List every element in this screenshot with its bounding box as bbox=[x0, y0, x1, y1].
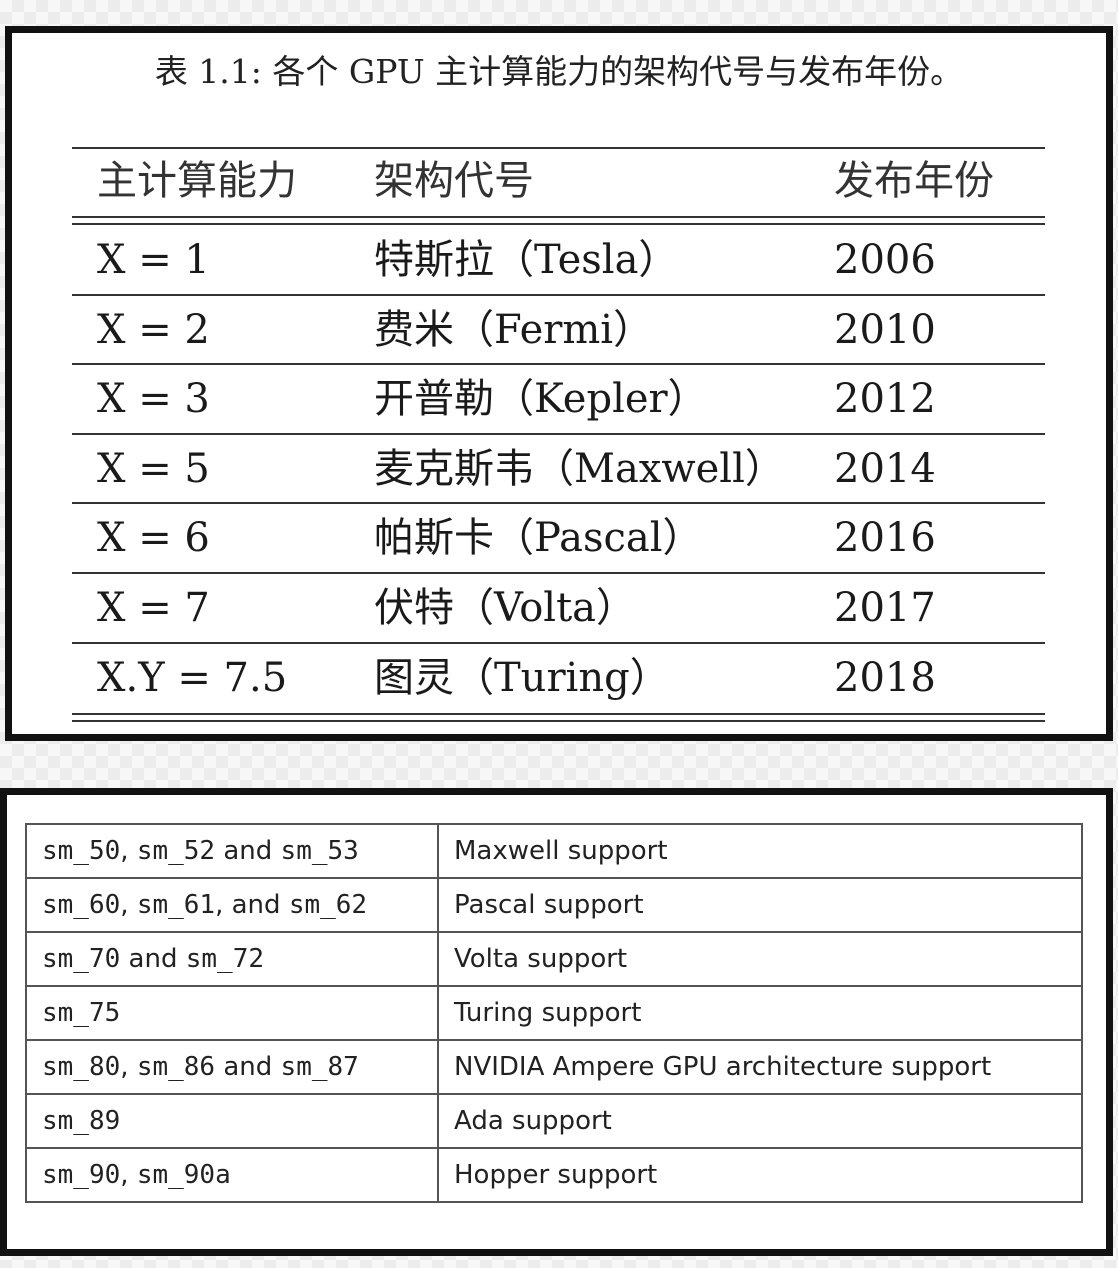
row-separator bbox=[72, 572, 1045, 574]
cell-year: 2010 bbox=[834, 306, 936, 353]
cell-capability: X = 5 bbox=[97, 445, 210, 492]
support-cell: Turing support bbox=[437, 985, 1083, 1041]
cell-year: 2016 bbox=[834, 515, 936, 562]
sm-support-table-panel: sm_50, sm_52 and sm_53 Maxwell support sm_… bbox=[0, 788, 1113, 1256]
header-architecture: 架构代号 bbox=[374, 158, 534, 204]
table-row: sm_90, sm_90a Hopper support bbox=[25, 1147, 1083, 1203]
cell-year: 2012 bbox=[834, 376, 936, 423]
support-cell: Maxwell support bbox=[437, 823, 1083, 879]
support-cell: Hopper support bbox=[437, 1147, 1083, 1203]
support-cell: Ada support bbox=[437, 1093, 1083, 1149]
cell-architecture: 帕斯卡（Pascal） bbox=[374, 515, 703, 562]
cell-year: 2014 bbox=[834, 445, 936, 492]
architecture-table-panel: 表 1.1: 各个 GPU 主计算能力的架构代号与发布年份。 主计算能力 架构代… bbox=[5, 26, 1113, 741]
support-cell: Pascal support bbox=[437, 877, 1083, 933]
cell-architecture: 伏特（Volta） bbox=[374, 585, 637, 631]
sm-versions-cell: sm_60, sm_61, and sm_62 bbox=[25, 877, 439, 933]
header-capability: 主计算能力 bbox=[97, 158, 297, 204]
row-separator bbox=[72, 502, 1045, 505]
cell-capability: X = 2 bbox=[97, 306, 210, 353]
cell-year: 2018 bbox=[834, 654, 936, 701]
sm-versions-cell: sm_89 bbox=[25, 1093, 439, 1149]
table-row: sm_60, sm_61, and sm_62 Pascal support bbox=[25, 877, 1083, 933]
bottom-double-rule-upper bbox=[72, 713, 1045, 715]
cell-architecture: 特斯拉（Tesla） bbox=[374, 237, 679, 283]
cell-capability: X = 1 bbox=[97, 237, 210, 283]
header-double-rule-upper bbox=[72, 216, 1045, 218]
table-row: sm_50, sm_52 and sm_53 Maxwell support bbox=[25, 823, 1083, 879]
cell-year: 2017 bbox=[834, 585, 936, 631]
header-year: 发布年份 bbox=[834, 158, 994, 204]
row-separator bbox=[72, 363, 1045, 366]
bottom-double-rule-lower bbox=[72, 720, 1045, 722]
table-caption: 表 1.1: 各个 GPU 主计算能力的架构代号与发布年份。 bbox=[154, 52, 964, 91]
cell-capability: X = 6 bbox=[97, 515, 210, 562]
table-row: sm_70 and sm_72 Volta support bbox=[25, 931, 1083, 987]
cell-capability: X = 3 bbox=[97, 376, 210, 423]
header-double-rule-lower bbox=[72, 223, 1045, 225]
cell-architecture: 图灵（Turing） bbox=[374, 654, 670, 701]
row-separator bbox=[72, 293, 1045, 296]
cell-year: 2006 bbox=[834, 237, 936, 283]
cell-architecture: 开普勒（Kepler） bbox=[374, 376, 708, 423]
cell-architecture: 麦克斯韦（Maxwell） bbox=[374, 445, 785, 492]
row-separator bbox=[72, 432, 1045, 435]
sm-versions-cell: sm_80, sm_86 and sm_87 bbox=[25, 1039, 439, 1095]
sm-versions-cell: sm_90, sm_90a bbox=[25, 1147, 439, 1203]
sm-versions-cell: sm_70 and sm_72 bbox=[25, 931, 439, 987]
row-separator bbox=[72, 641, 1045, 644]
table-row: sm_75 Turing support bbox=[25, 985, 1083, 1041]
sm-versions-cell: sm_50, sm_52 and sm_53 bbox=[25, 823, 439, 879]
support-cell: Volta support bbox=[437, 931, 1083, 987]
table-row: sm_80, sm_86 and sm_87 NVIDIA Ampere GPU … bbox=[25, 1039, 1083, 1095]
support-cell: NVIDIA Ampere GPU architecture support bbox=[437, 1039, 1083, 1095]
top-rule bbox=[72, 147, 1045, 149]
cell-capability: X = 7 bbox=[97, 585, 210, 631]
cell-architecture: 费米（Fermi） bbox=[374, 306, 654, 353]
table-row: sm_89 Ada support bbox=[25, 1093, 1083, 1149]
sm-versions-cell: sm_75 bbox=[25, 985, 439, 1041]
sm-support-table: sm_50, sm_52 and sm_53 Maxwell support sm_… bbox=[25, 823, 1083, 1203]
cell-capability: X.Y = 7.5 bbox=[97, 654, 288, 701]
